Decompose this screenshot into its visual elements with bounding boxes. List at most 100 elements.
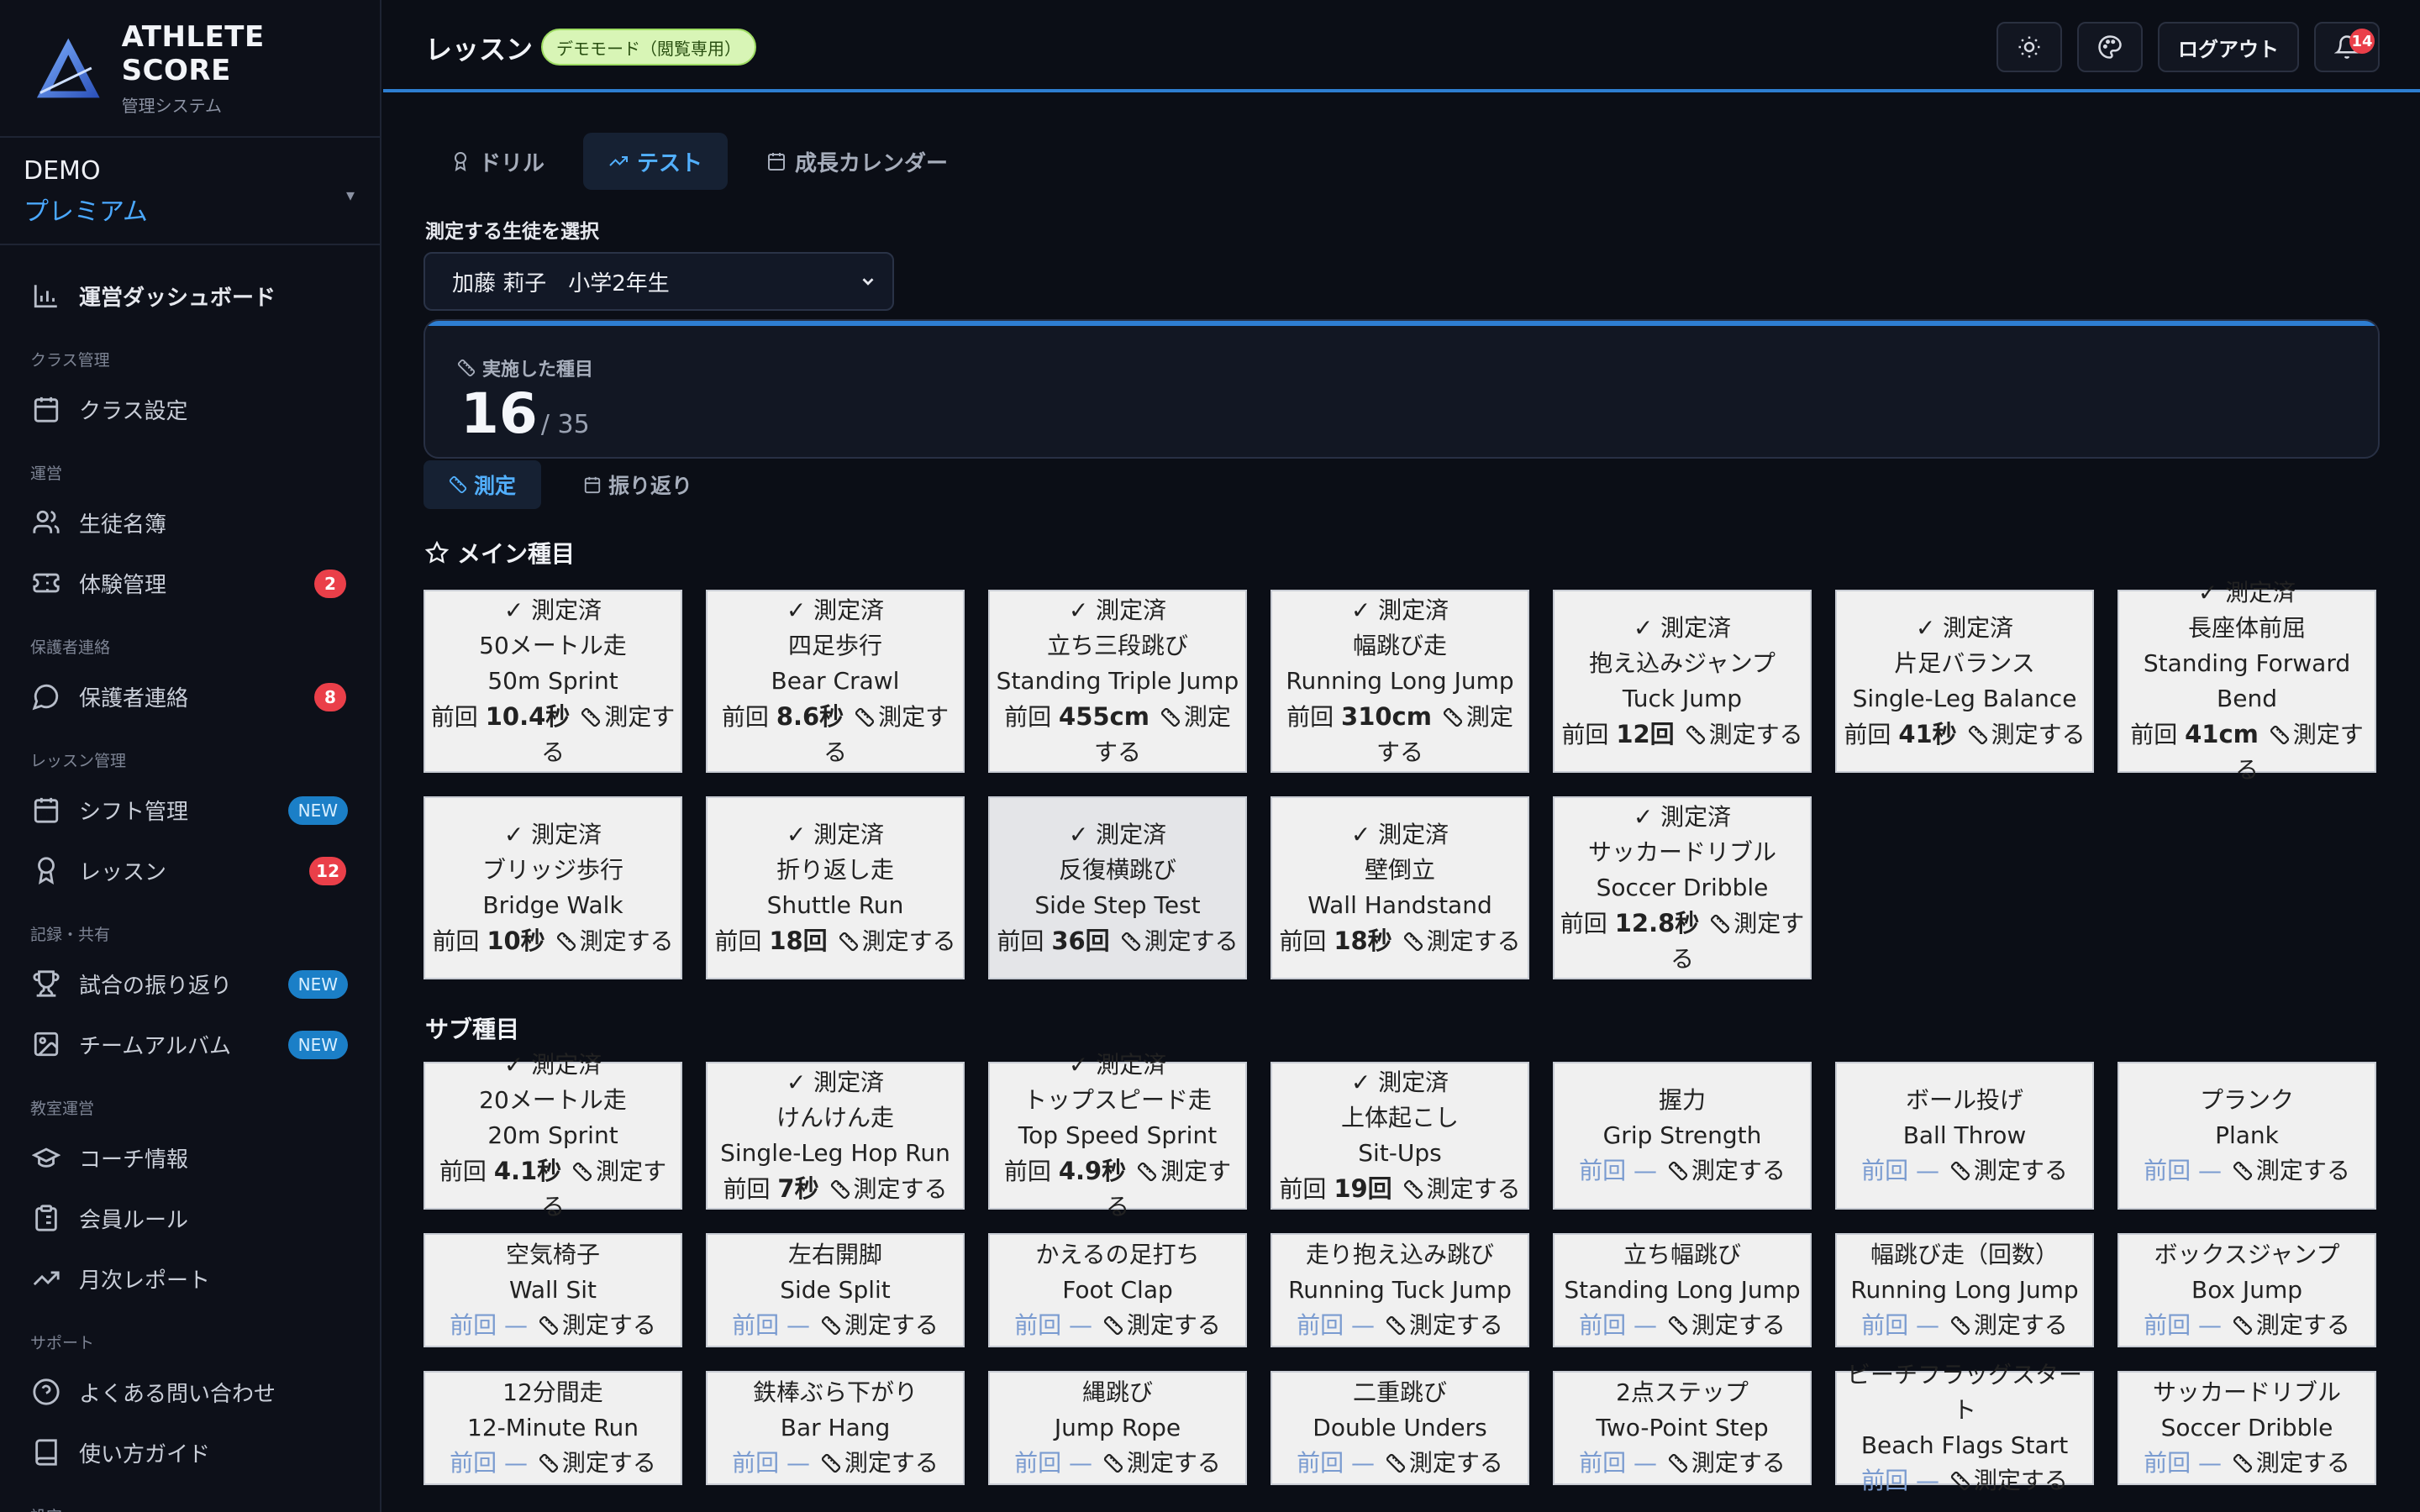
previous-label: 前回 xyxy=(714,927,762,955)
event-card[interactable]: ビーチフラッグスタート Beach Flags Start 前回 — 測定する xyxy=(1835,1361,2094,1494)
event-card[interactable]: ✓ 測定済 片足バランス Single-Leg Balance 前回 41秒 測定する xyxy=(1835,590,2094,773)
theme-toggle-button[interactable] xyxy=(1996,22,2062,72)
ruler-icon xyxy=(581,707,601,727)
event-card[interactable]: ✓ 測定済 上体起こし Sit-Ups 前回 19回 測定する xyxy=(1270,1062,1529,1210)
event-card[interactable]: ✓ 測定済 抱え込みジャンプ Tuck Jump 前回 12回 測定する xyxy=(1553,590,1812,773)
event-card[interactable]: サッカードリブル Soccer Dribble 前回 — 測定する xyxy=(2118,1371,2376,1485)
previous-label: 前回 xyxy=(2130,720,2178,748)
sidebar-item-6-0[interactable]: よくある問い合わせ xyxy=(0,1362,380,1422)
sidebar-item-1-0[interactable]: 生徒名簿 xyxy=(0,492,380,553)
measure-action[interactable]: 測定する xyxy=(1144,927,1239,955)
previous-value: 455cm xyxy=(1059,701,1150,731)
palette-button[interactable] xyxy=(2077,22,2143,72)
sidebar-item-5-2[interactable]: 月次レポート xyxy=(0,1248,380,1309)
event-card[interactable]: ✓ 測定済 50メートル走 50m Sprint 前回 10.4秒 測定する xyxy=(424,590,682,773)
measure-action[interactable]: 測定する xyxy=(2256,1311,2350,1339)
event-card[interactable]: 走り抱え込み跳び Running Tuck Jump 前回 — 測定する xyxy=(1270,1233,1529,1347)
subtab-review[interactable]: 振り返り xyxy=(558,460,718,509)
sidebar-item-6-1[interactable]: 使い方ガイド xyxy=(0,1422,380,1483)
event-card[interactable]: かえるの足打ち Foot Clap 前回 — 測定する xyxy=(988,1233,1247,1347)
event-card[interactable]: ✓ 測定済 サッカードリブル Soccer Dribble 前回 12.8秒 測定する xyxy=(1553,796,1812,979)
measure-action[interactable]: 測定する xyxy=(580,927,674,955)
sidebar-item-4-1[interactable]: チームアルバム NEW xyxy=(0,1014,380,1074)
event-name-ja: 立ち三段跳び xyxy=(1046,631,1188,659)
ruler-icon xyxy=(2233,1161,2252,1181)
measure-action[interactable]: 測定する xyxy=(1974,1157,2068,1184)
measure-action[interactable]: 測定する xyxy=(1409,1449,1503,1477)
previous-result-line: 前回 — 測定する xyxy=(732,1446,939,1481)
event-card[interactable]: ✓ 測定済 トップスピード走 Top Speed Sprint 前回 4.9秒 測定す… xyxy=(988,1051,1247,1221)
subtab-measure[interactable]: 測定 xyxy=(424,460,542,509)
measure-action[interactable]: 測定する xyxy=(1991,721,2086,748)
tab-drill[interactable]: ドリル xyxy=(425,133,570,190)
event-card[interactable]: 二重跳び Double Unders 前回 — 測定する xyxy=(1270,1371,1529,1485)
measure-action[interactable]: 測定する xyxy=(1127,1449,1221,1477)
sidebar-item-3-1[interactable]: レッスン 12 xyxy=(0,840,380,900)
event-card[interactable]: 12分間走 12-Minute Run 前回 — 測定する xyxy=(424,1371,682,1485)
event-card[interactable]: プランク Plank 前回 — 測定する xyxy=(2118,1062,2376,1210)
event-card[interactable]: ✓ 測定済 20メートル走 20m Sprint 前回 4.1秒 測定する xyxy=(424,1051,682,1221)
measure-action[interactable]: 測定する xyxy=(844,1449,939,1477)
measure-action[interactable]: 測定する xyxy=(1709,721,1803,748)
measure-action[interactable]: 測定する xyxy=(1427,927,1521,955)
trophy-icon xyxy=(33,970,60,997)
ruler-icon xyxy=(1403,1179,1423,1199)
event-card[interactable]: ✓ 測定済 反復横跳び Side Step Test 前回 36回 測定する xyxy=(988,796,1247,979)
event-card[interactable]: ✓ 測定済 長座体前屈 Standing Forward Bend 前回 41cm 測… xyxy=(2118,579,2376,784)
event-card[interactable]: 鉄棒ぶら下がり Bar Hang 前回 — 測定する xyxy=(706,1371,965,1485)
previous-label: 前回 xyxy=(1560,909,1607,937)
measure-action[interactable]: 測定する xyxy=(1974,1467,2068,1494)
sidebar-item-2-0[interactable]: 保護者連絡 8 xyxy=(0,666,380,727)
sidebar-item-3-0[interactable]: シフト管理 NEW xyxy=(0,780,380,840)
measure-action[interactable]: 測定する xyxy=(1974,1311,2068,1339)
sidebar-item-1-1[interactable]: 体験管理 2 xyxy=(0,553,380,613)
sidebar-item-label: 生徒名簿 xyxy=(79,512,167,538)
event-card[interactable]: 握力 Grip Strength 前回 — 測定する xyxy=(1553,1062,1812,1210)
tab-test[interactable]: テスト xyxy=(583,133,729,190)
measure-action[interactable]: 測定する xyxy=(1691,1449,1786,1477)
event-card[interactable]: 空気椅子 Wall Sit 前回 — 測定する xyxy=(424,1233,682,1347)
nav-section-title: サポート xyxy=(30,1334,95,1352)
event-card[interactable]: ✓ 測定済 幅跳び走 Running Long Jump 前回 310cm 測定する xyxy=(1270,590,1529,773)
event-card[interactable]: 幅跳び走（回数） Running Long Jump 前回 — 測定する xyxy=(1835,1233,2094,1347)
measure-action[interactable]: 測定する xyxy=(1691,1157,1786,1184)
measure-action[interactable]: 測定する xyxy=(862,927,956,955)
sidebar-item-0-0[interactable]: クラス設定 xyxy=(0,379,380,439)
event-card[interactable]: ✓ 測定済 けんけん走 Single-Leg Hop Run 前回 7秒 測定する xyxy=(706,1062,965,1210)
measure-action[interactable]: 測定する xyxy=(1427,1175,1521,1203)
measure-action[interactable]: 測定する xyxy=(1409,1311,1503,1339)
sidebar-item-5-0[interactable]: コーチ情報 xyxy=(0,1127,380,1188)
sidebar-item-label: クラス設定 xyxy=(79,398,188,424)
measure-action[interactable]: 測定する xyxy=(562,1449,656,1477)
sidebar-item-5-1[interactable]: 会員ルール xyxy=(0,1188,380,1248)
event-card[interactable]: ✓ 測定済 四足歩行 Bear Crawl 前回 8.6秒 測定する xyxy=(706,590,965,773)
brand[interactable]: ATHLETE SCORE 管理システム xyxy=(0,0,380,138)
chat-icon xyxy=(32,684,59,711)
logout-button[interactable]: ログアウト xyxy=(2158,22,2299,72)
ruler-icon xyxy=(1386,1453,1405,1473)
event-card[interactable]: ボール投げ Ball Throw 前回 — 測定する xyxy=(1835,1062,2094,1210)
event-card[interactable]: 左右開脚 Side Split 前回 — 測定する xyxy=(706,1233,965,1347)
event-card[interactable]: 縄跳び Jump Rope 前回 — 測定する xyxy=(988,1371,1247,1485)
tab-growth-calendar[interactable]: 成長カレンダー xyxy=(741,133,973,190)
measure-action[interactable]: 測定する xyxy=(562,1311,656,1339)
event-card[interactable]: ✓ 測定済 立ち三段跳び Standing Triple Jump 前回 455cm … xyxy=(988,590,1247,773)
student-select[interactable]: 加藤 莉子 小学2年生 xyxy=(424,252,894,311)
measure-action[interactable]: 測定する xyxy=(854,1175,948,1203)
event-card[interactable]: 立ち幅跳び Standing Long Jump 前回 — 測定する xyxy=(1553,1233,1812,1347)
measure-action[interactable]: 測定する xyxy=(1127,1311,1221,1339)
event-card[interactable]: 2点ステップ Two-Point Step 前回 — 測定する xyxy=(1553,1371,1812,1485)
measure-action[interactable]: 測定する xyxy=(844,1311,939,1339)
event-card[interactable]: ✓ 測定済 ブリッジ歩行 Bridge Walk 前回 10秒 測定する xyxy=(424,796,682,979)
measure-action[interactable]: 測定する xyxy=(2256,1449,2350,1477)
sidebar-item-dashboard[interactable]: 運営ダッシュボード xyxy=(0,265,380,326)
event-card[interactable]: ✓ 測定済 折り返し走 Shuttle Run 前回 18回 測定する xyxy=(706,796,965,979)
event-card[interactable]: ボックスジャンプ Box Jump 前回 — 測定する xyxy=(2118,1233,2376,1347)
notifications-button[interactable]: 14 xyxy=(2314,22,2380,72)
measure-action[interactable]: 測定する xyxy=(2256,1157,2350,1184)
measure-action[interactable]: 測定する xyxy=(1691,1311,1786,1339)
plan-switcher[interactable]: DEMO プレミアム ▾ xyxy=(0,138,380,245)
sidebar-item-4-0[interactable]: 試合の振り返り NEW xyxy=(0,953,380,1014)
event-name-en: 12-Minute Run xyxy=(467,1414,639,1441)
event-card[interactable]: ✓ 測定済 壁倒立 Wall Handstand 前回 18秒 測定する xyxy=(1270,796,1529,979)
